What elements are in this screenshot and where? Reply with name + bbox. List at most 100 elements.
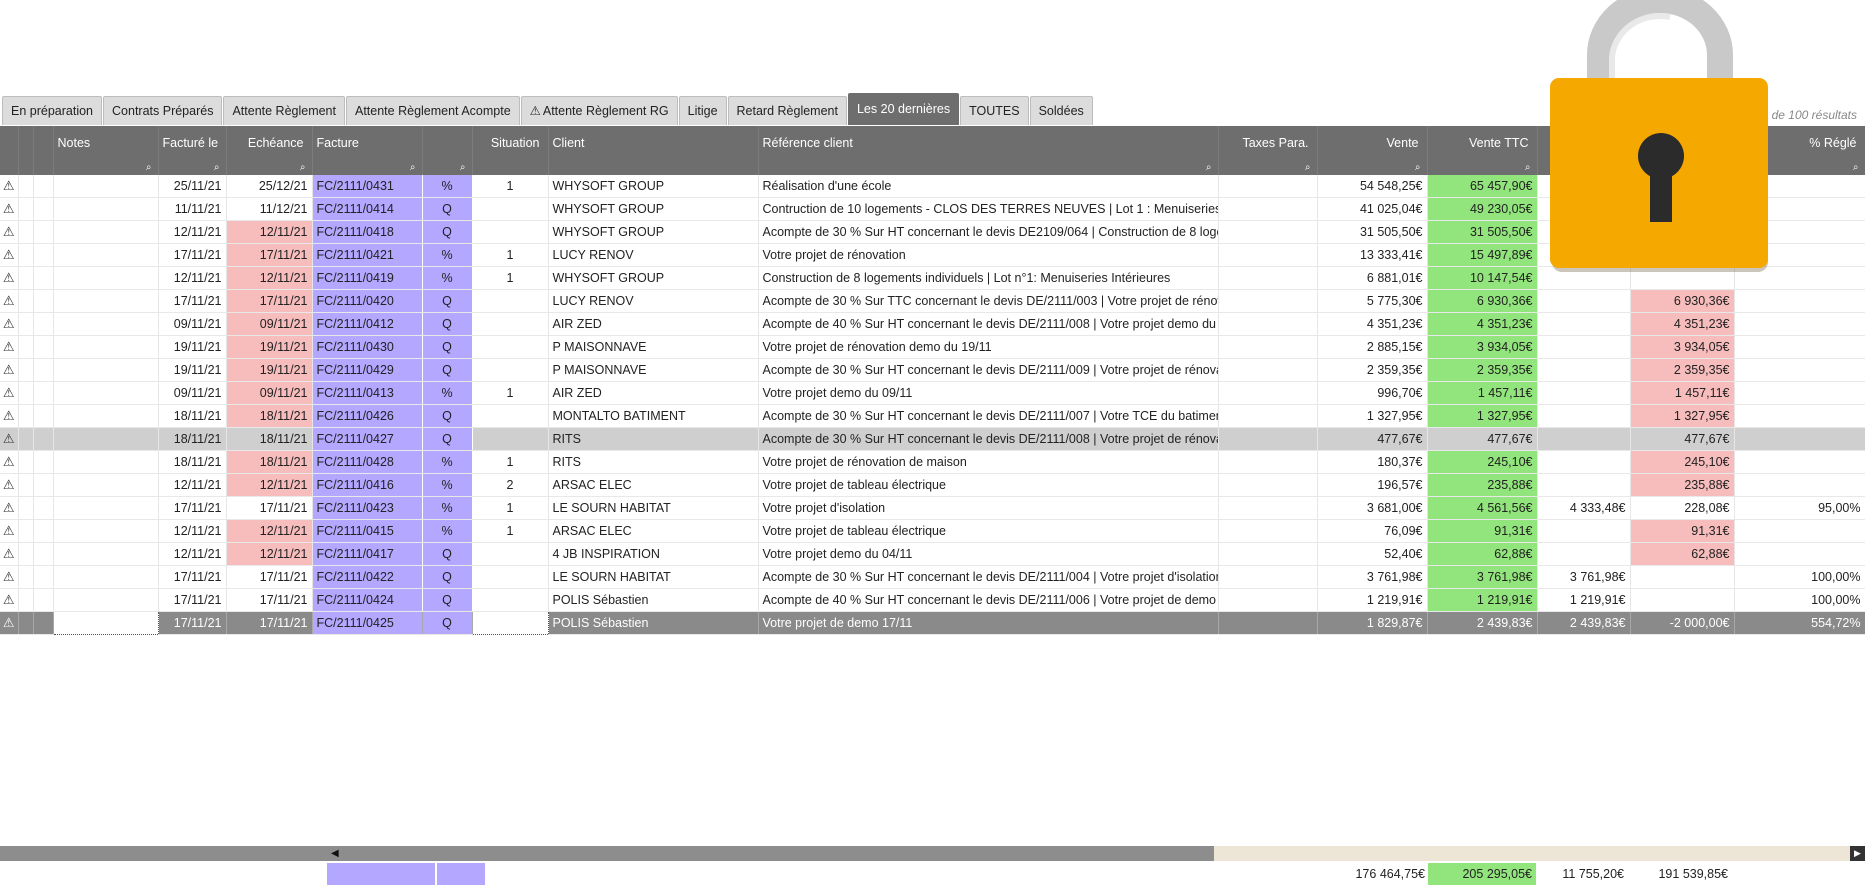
notes-cell[interactable] xyxy=(53,450,159,474)
vente-ttc-cell[interactable]: 15 497,89€ xyxy=(1427,243,1538,267)
reference-cell[interactable]: Votre projet de tableau électrique xyxy=(758,473,1219,497)
reference-cell[interactable]: Contruction de 10 logements - CLOS DES T… xyxy=(758,197,1219,221)
regle-cell[interactable] xyxy=(1537,312,1631,336)
table-row[interactable]: ⚠ 09/11/21 09/11/21 FC/2111/0413% 1 AIR ZED Vo… xyxy=(0,381,1865,405)
cell[interactable] xyxy=(18,289,34,313)
taxes-cell[interactable] xyxy=(1218,565,1318,589)
table-row[interactable]: ⚠ 17/11/21 17/11/21 FC/2111/0422 Q LE SOURN H… xyxy=(0,565,1865,589)
table-row[interactable]: ⚠ 17/11/21 17/11/21 FC/2111/0424 Q POLIS Séba… xyxy=(0,588,1865,612)
type-cell[interactable]: % xyxy=(422,450,473,474)
cell[interactable] xyxy=(33,404,54,428)
cell[interactable] xyxy=(18,565,34,589)
facture-le-cell[interactable]: 18/11/21 xyxy=(158,450,227,474)
situation-cell[interactable] xyxy=(472,312,549,336)
notes-cell[interactable] xyxy=(53,542,159,566)
situation-cell[interactable] xyxy=(472,358,549,382)
filter-icon[interactable]: ⌕ xyxy=(214,162,220,173)
facture-cell[interactable]: FC/2111/0419 xyxy=(312,266,423,290)
pct-regle-cell[interactable] xyxy=(1734,358,1865,382)
echeance-cell[interactable]: 17/11/21 xyxy=(226,496,313,520)
vente-cell[interactable]: 1 829,87€ xyxy=(1317,611,1428,635)
pct-regle-cell[interactable] xyxy=(1734,404,1865,428)
facture-cell[interactable]: FC/2111/0427 xyxy=(312,427,423,451)
type-cell[interactable]: Q xyxy=(422,335,473,359)
warning-triangle-icon[interactable]: ⚠ xyxy=(0,243,19,267)
tab-contrats-pr-par-s[interactable]: Contrats Préparés xyxy=(103,96,223,125)
pct-regle-cell[interactable] xyxy=(1734,450,1865,474)
regle-cell[interactable]: 2 439,83€ xyxy=(1537,611,1631,635)
pct-regle-cell[interactable] xyxy=(1734,381,1865,405)
client-cell[interactable]: WHYSOFT GROUP xyxy=(548,220,759,244)
vente-cell[interactable]: 52,40€ xyxy=(1317,542,1428,566)
cell[interactable] xyxy=(33,289,54,313)
cell[interactable] xyxy=(18,175,34,198)
situation-cell[interactable] xyxy=(472,197,549,221)
vente-ttc-cell[interactable]: 49 230,05€ xyxy=(1427,197,1538,221)
notes-cell[interactable] xyxy=(53,197,159,221)
reference-cell[interactable]: Construction de 8 logements individuels … xyxy=(758,266,1219,290)
warning-triangle-icon[interactable]: ⚠ xyxy=(0,519,19,543)
pct-regle-cell[interactable]: 95,00% xyxy=(1734,496,1865,520)
pct-regle-cell[interactable] xyxy=(1734,427,1865,451)
client-cell[interactable]: LE SOURN HABITAT xyxy=(548,565,759,589)
reference-cell[interactable]: Votre projet demo du 04/11 xyxy=(758,542,1219,566)
warning-triangle-icon[interactable]: ⚠ xyxy=(0,312,19,336)
col-reference-client[interactable]: Référence client ⌕ xyxy=(758,126,1219,175)
facture-le-cell[interactable]: 17/11/21 xyxy=(158,496,227,520)
pct-regle-cell[interactable]: 554,72% xyxy=(1734,611,1865,635)
warning-triangle-icon[interactable]: ⚠ xyxy=(0,542,19,566)
client-cell[interactable]: ARSAC ELEC xyxy=(548,519,759,543)
pct-regle-cell[interactable]: 100,00% xyxy=(1734,588,1865,612)
reste-cell[interactable]: 91,31€ xyxy=(1630,519,1735,543)
vente-ttc-cell[interactable]: 477,67€ xyxy=(1427,427,1538,451)
vente-ttc-cell[interactable]: 1 219,91€ xyxy=(1427,588,1538,612)
notes-cell[interactable] xyxy=(53,404,159,428)
cell[interactable] xyxy=(18,519,34,543)
cell[interactable] xyxy=(18,450,34,474)
filter-icon[interactable]: ⌕ xyxy=(1853,162,1859,173)
reste-cell[interactable]: -2 000,00€ xyxy=(1630,611,1735,635)
filter-icon[interactable]: ⌕ xyxy=(410,162,416,173)
echeance-cell[interactable]: 12/11/21 xyxy=(226,473,313,497)
vente-cell[interactable]: 76,09€ xyxy=(1317,519,1428,543)
table-row[interactable]: ⚠ 18/11/21 18/11/21 FC/2111/0426 Q MONTALTO B… xyxy=(0,404,1865,428)
vente-cell[interactable]: 3 761,98€ xyxy=(1317,565,1428,589)
cell[interactable] xyxy=(18,335,34,359)
vente-ttc-cell[interactable]: 31 505,50€ xyxy=(1427,220,1538,244)
tab-litige[interactable]: Litige xyxy=(678,96,727,125)
warning-triangle-icon[interactable]: ⚠ xyxy=(0,335,19,359)
reference-cell[interactable]: Acompte de 30 % Sur HT concernant le dev… xyxy=(758,404,1219,428)
reste-cell[interactable]: 4 351,23€ xyxy=(1630,312,1735,336)
situation-cell[interactable]: 1 xyxy=(472,243,549,267)
facture-le-cell[interactable]: 18/11/21 xyxy=(158,404,227,428)
vente-ttc-cell[interactable]: 245,10€ xyxy=(1427,450,1538,474)
client-cell[interactable]: P MAISONNAVE xyxy=(548,358,759,382)
vente-cell[interactable]: 196,57€ xyxy=(1317,473,1428,497)
situation-cell[interactable]: 1 xyxy=(472,496,549,520)
vente-cell[interactable]: 477,67€ xyxy=(1317,427,1428,451)
reference-cell[interactable]: Votre projet de demo 17/11 xyxy=(758,611,1219,635)
pct-regle-cell[interactable] xyxy=(1734,519,1865,543)
echeance-cell[interactable]: 19/11/21 xyxy=(226,335,313,359)
type-cell[interactable]: % xyxy=(422,496,473,520)
taxes-cell[interactable] xyxy=(1218,519,1318,543)
facture-cell[interactable]: FC/2111/0422 xyxy=(312,565,423,589)
reste-cell[interactable] xyxy=(1630,565,1735,589)
regle-cell[interactable] xyxy=(1537,450,1631,474)
table-row[interactable]: ⚠ 12/11/21 12/11/21 FC/2111/0417 Q 4 JB INSPI… xyxy=(0,542,1865,566)
notes-cell[interactable] xyxy=(53,266,159,290)
reference-cell[interactable]: Votre projet de rénovation xyxy=(758,243,1219,267)
vente-ttc-cell[interactable]: 6 930,36€ xyxy=(1427,289,1538,313)
scroll-left-icon[interactable]: ◀ xyxy=(331,846,339,861)
regle-cell[interactable]: 4 333,48€ xyxy=(1537,496,1631,520)
client-cell[interactable]: P MAISONNAVE xyxy=(548,335,759,359)
vente-cell[interactable]: 54 548,25€ xyxy=(1317,175,1428,198)
taxes-cell[interactable] xyxy=(1218,588,1318,612)
tab-retard-r-glement[interactable]: Retard Règlement xyxy=(727,96,847,125)
cell[interactable] xyxy=(33,611,54,635)
facture-cell[interactable]: FC/2111/0415 xyxy=(312,519,423,543)
reste-cell[interactable]: 2 359,35€ xyxy=(1630,358,1735,382)
taxes-cell[interactable] xyxy=(1218,381,1318,405)
type-cell[interactable]: Q xyxy=(422,542,473,566)
facture-cell[interactable]: FC/2111/0429 xyxy=(312,358,423,382)
